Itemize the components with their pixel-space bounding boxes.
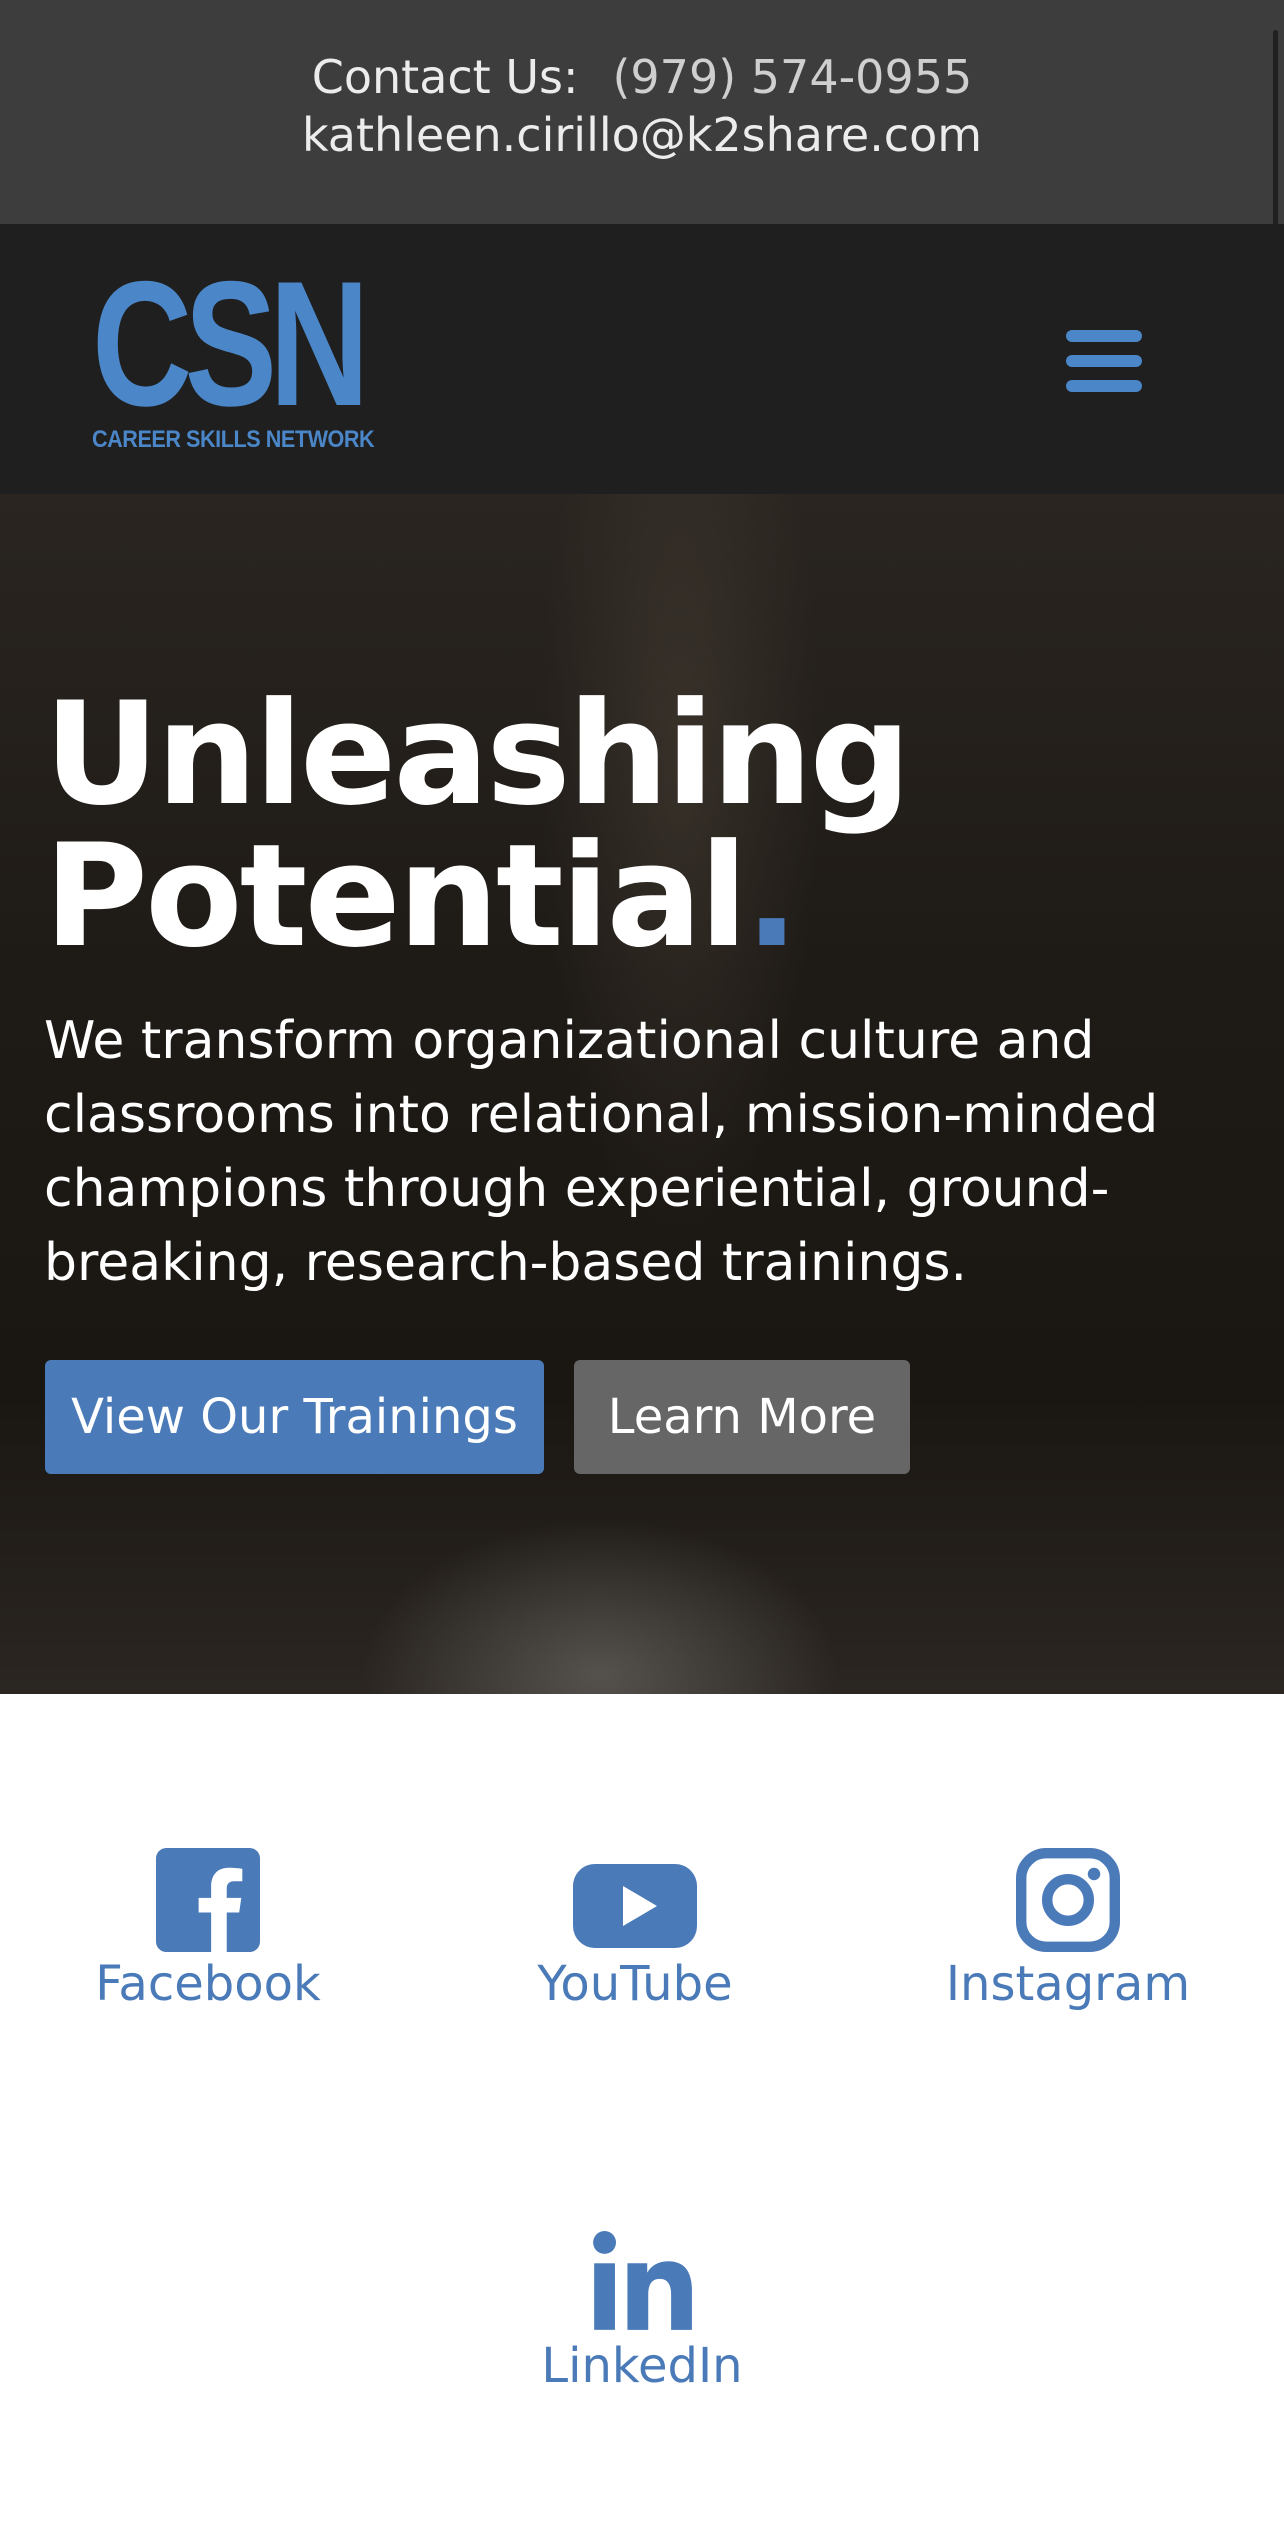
contact-email-link[interactable]: kathleen.cirillo@k2share.com xyxy=(0,104,1284,166)
instagram-icon xyxy=(1016,1848,1120,1952)
facebook-icon xyxy=(156,1848,260,1952)
contact-line: Contact Us: (979) 574-0955 xyxy=(0,46,1284,108)
youtube-icon xyxy=(573,1864,697,1948)
instagram-link[interactable]: Instagram xyxy=(908,1848,1228,2014)
contact-phone-link[interactable]: (979) 574-0955 xyxy=(612,50,972,104)
view-trainings-button[interactable]: View Our Trainings xyxy=(45,1360,544,1474)
social-links: Facebook YouTube Instagram LinkedIn xyxy=(0,1694,1284,2539)
youtube-link[interactable]: YouTube xyxy=(475,1848,795,2014)
contact-bar: Contact Us: (979) 574-0955 kathleen.ciril… xyxy=(0,0,1284,520)
linkedin-link[interactable]: LinkedIn xyxy=(482,2230,802,2396)
linkedin-label: LinkedIn xyxy=(541,2338,743,2394)
logo-subtitle: CAREER SKILLS NETWORK xyxy=(92,426,375,453)
facebook-link[interactable]: Facebook xyxy=(48,1848,368,2014)
linkedin-icon xyxy=(593,2231,692,2330)
logo-letters: CSN xyxy=(92,244,370,443)
facebook-label: Facebook xyxy=(95,1956,321,2012)
hero-title-line1: Unleashing xyxy=(44,672,911,837)
header-nav: CSN CAREER SKILLS NETWORK xyxy=(0,224,1284,494)
hero-section: Unleashing Potential. We transform organ… xyxy=(0,494,1284,1694)
menu-bar xyxy=(1066,355,1142,367)
site-logo[interactable]: CSN CAREER SKILLS NETWORK xyxy=(92,244,375,464)
hamburger-menu-icon[interactable] xyxy=(1050,322,1158,400)
youtube-label: YouTube xyxy=(537,1956,733,2012)
hero-title-line2: Potential xyxy=(44,814,748,979)
menu-bar xyxy=(1066,380,1142,392)
menu-bar xyxy=(1066,330,1142,342)
contact-label: Contact Us: xyxy=(311,50,579,104)
hero-description: We transform organizational culture and … xyxy=(44,1011,1159,1293)
learn-more-button[interactable]: Learn More xyxy=(574,1360,910,1474)
hero-title: Unleashing Potential. xyxy=(44,684,911,968)
instagram-label: Instagram xyxy=(945,1956,1191,2012)
hero-title-dot: . xyxy=(744,814,799,979)
